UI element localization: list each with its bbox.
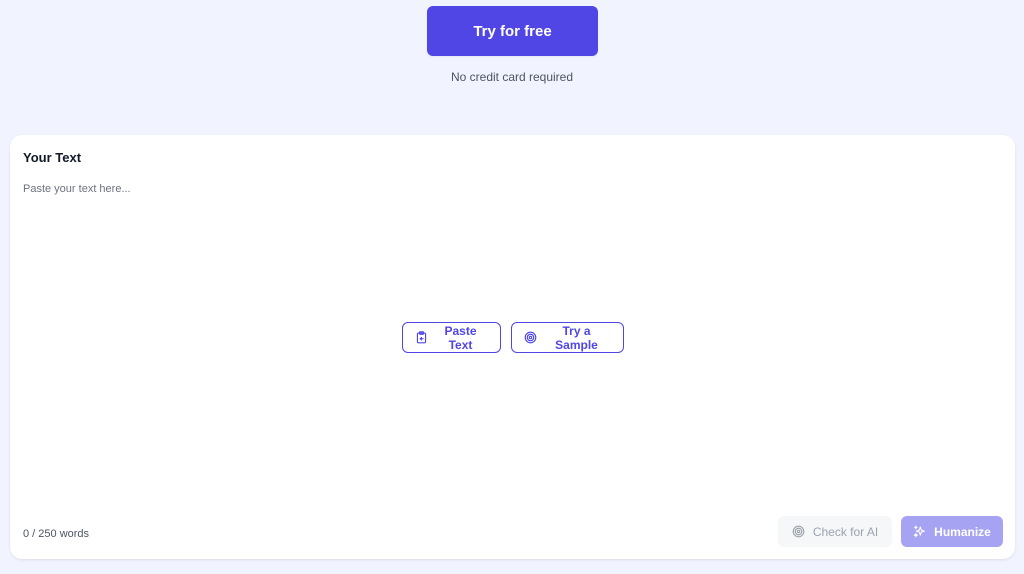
humanize-button[interactable]: Humanize xyxy=(901,516,1003,547)
try-a-sample-label: Try a Sample xyxy=(555,323,598,352)
humanize-label: Humanize xyxy=(934,524,991,539)
sparkles-icon xyxy=(913,525,926,538)
editor-quick-actions: Paste Text Try a Sample xyxy=(10,322,1015,353)
check-for-ai-button[interactable]: Check for AI xyxy=(778,516,892,547)
clipboard-icon xyxy=(415,331,428,344)
try-for-free-button[interactable]: Try for free xyxy=(427,6,598,56)
target-icon xyxy=(524,331,537,344)
no-credit-card-note: No credit card required xyxy=(450,70,574,84)
word-count: 0 / 250 words xyxy=(23,528,90,540)
try-a-sample-button[interactable]: Try a Sample xyxy=(510,322,624,353)
target-icon xyxy=(792,525,805,538)
check-for-ai-label: Check for AI xyxy=(812,524,879,539)
editor-title: Your Text xyxy=(23,150,82,165)
text-editor-card: Your Text Paste Text Try xyxy=(10,135,1015,559)
paste-text-button[interactable]: Paste Text xyxy=(401,322,501,353)
paste-text-label: Paste Text xyxy=(444,323,477,352)
